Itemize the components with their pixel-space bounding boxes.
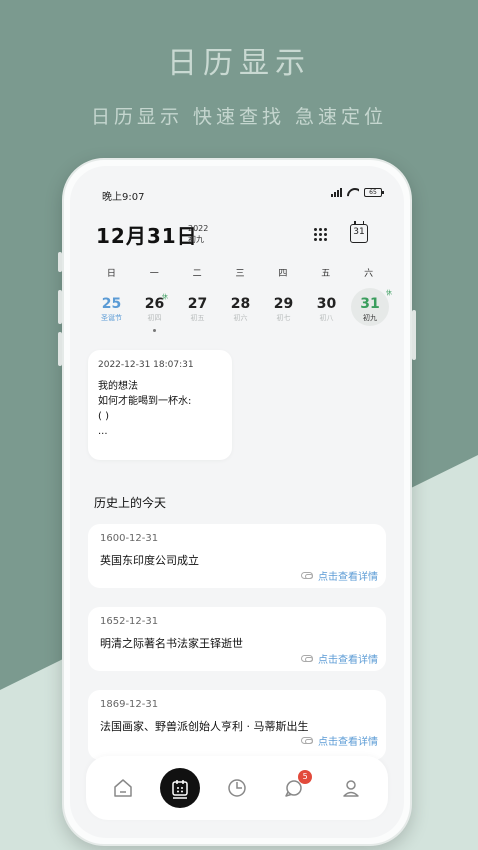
rest-day-badge: 休 [385, 290, 392, 297]
weekday-label: 二 [192, 269, 202, 279]
day-number: 26 [144, 296, 165, 312]
event-detail-label: 点击查看详情 [318, 572, 378, 583]
day-number: 28 [230, 296, 251, 312]
weekday-label: 六 [364, 269, 374, 279]
day-number: 31 [360, 296, 380, 312]
day-number: 27 [187, 296, 208, 312]
event-detail-label: 点击查看详情 [318, 737, 378, 748]
status-time: 晚上9:07 [102, 192, 145, 203]
rest-day-badge: 休 [161, 294, 168, 301]
day-number: 29 [273, 296, 294, 312]
notification-badge: 5 [298, 770, 313, 784]
phone-side-button [58, 252, 62, 272]
current-lunar: 初九 [188, 235, 204, 244]
phone-power-button [412, 310, 416, 360]
day-number: 30 [316, 296, 337, 312]
weekday-row: 日 一 二 三 四 五 六 [90, 266, 390, 279]
status-bar: 晚上9:07 65 [102, 188, 384, 203]
event-text: 法国画家、野兽派创始人亨利 · 马蒂斯出生 [100, 720, 309, 733]
tab-profile[interactable] [331, 768, 371, 808]
day-cell-selected[interactable]: 休 31 初九 [351, 288, 392, 326]
day-lunar: 初九 [363, 314, 377, 322]
signal-icon [331, 188, 342, 197]
weekday-label: 一 [149, 269, 159, 279]
day-cell[interactable]: 25 圣诞节 [90, 290, 133, 330]
day-cell[interactable]: 27 初五 [176, 290, 219, 330]
event-detail-link[interactable]: 点击查看详情 [301, 568, 378, 583]
event-date: 1600-12-31 [100, 533, 159, 544]
home-icon [113, 779, 132, 797]
link-icon [301, 655, 313, 662]
user-icon [343, 780, 360, 797]
day-number: 25 [101, 296, 122, 312]
event-detail-link[interactable]: 点击查看详情 [301, 651, 378, 666]
history-event-card[interactable]: 1600-12-31 英国东印度公司成立 点击查看详情 [88, 524, 386, 588]
app-screen: 晚上9:07 65 12月31日 2022 初九 31 日 一 二 三 四 五 [70, 166, 404, 838]
event-date: 1869-12-31 [100, 699, 159, 710]
day-cell[interactable]: 29 初七 [262, 290, 305, 330]
day-cell[interactable]: 28 初六 [219, 290, 262, 330]
day-lunar: 初六 [233, 314, 248, 322]
event-detail-link[interactable]: 点击查看详情 [301, 733, 378, 748]
promo-subtitle: 日历显示 快速查找 急速定位 [90, 106, 388, 128]
calendar-icon [172, 780, 188, 799]
day-lunar: 初七 [276, 314, 291, 322]
note-line: 我的想法 [98, 381, 138, 392]
weekday-label: 日 [106, 269, 116, 279]
calendar-today-icon[interactable]: 31 [350, 221, 368, 243]
tab-stats[interactable] [217, 768, 257, 808]
history-section-title: 历史上的今天 [94, 496, 167, 510]
current-year: 2022 [188, 224, 209, 233]
week-days-row: 25 圣诞节 休 26 初四 27 初五 28 初六 29 初七 30 初八 休… [90, 288, 392, 332]
bottom-tab-bar: 5 [86, 756, 388, 820]
weekday-label: 五 [321, 269, 331, 279]
weekday-label: 四 [278, 269, 288, 279]
tab-calendar[interactable] [159, 768, 200, 808]
day-lunar: 初八 [319, 314, 334, 322]
phone-volume-up [58, 290, 62, 324]
promo-title: 日历显示 [167, 46, 311, 81]
battery-icon: 65 [364, 188, 384, 197]
chart-pie-icon [228, 779, 246, 797]
note-timestamp: 2022-12-31 18:07:31 [98, 360, 194, 370]
history-event-card[interactable]: 1652-12-31 明清之际著名书法家王铎逝世 点击查看详情 [88, 607, 386, 671]
day-cell[interactable]: 30 初八 [305, 290, 348, 330]
phone-frame: 晚上9:07 65 12月31日 2022 初九 31 日 一 二 三 四 五 [58, 158, 416, 846]
link-icon [301, 737, 313, 744]
wifi-icon [347, 188, 359, 197]
day-lunar: 初五 [190, 314, 205, 322]
grid-menu-icon[interactable] [314, 228, 328, 242]
event-detail-label: 点击查看详情 [318, 655, 378, 666]
history-event-card[interactable]: 1869-12-31 法国画家、野兽派创始人亨利 · 马蒂斯出生 点击查看详情 [88, 690, 386, 760]
day-lunar: 初四 [147, 314, 162, 322]
year-lunar: 2022 初九 [188, 223, 208, 245]
current-date: 12月31日 [96, 224, 198, 248]
event-text: 明清之际著名书法家王铎逝世 [100, 637, 243, 650]
weekday-label: 三 [235, 269, 245, 279]
phone-volume-down [58, 332, 62, 366]
tab-messages[interactable]: 5 [274, 768, 314, 808]
note-card[interactable]: 2022-12-31 18:07:31 我的想法 如何才能喝到一杯水: ( ) … [88, 350, 232, 460]
day-cell[interactable]: 休 26 初四 [133, 290, 176, 332]
status-icons: 65 [331, 188, 384, 197]
note-line: ... [98, 426, 108, 437]
day-lunar: 圣诞节 [101, 314, 122, 322]
event-text: 英国东印度公司成立 [100, 554, 199, 567]
link-icon [301, 572, 313, 579]
tab-home[interactable] [103, 768, 143, 808]
date-header[interactable]: 12月31日 2022 初九 [96, 220, 208, 249]
event-date: 1652-12-31 [100, 616, 159, 627]
event-dot [153, 329, 156, 332]
note-line: 如何才能喝到一杯水: [98, 396, 192, 407]
note-line: ( ) [98, 411, 109, 422]
